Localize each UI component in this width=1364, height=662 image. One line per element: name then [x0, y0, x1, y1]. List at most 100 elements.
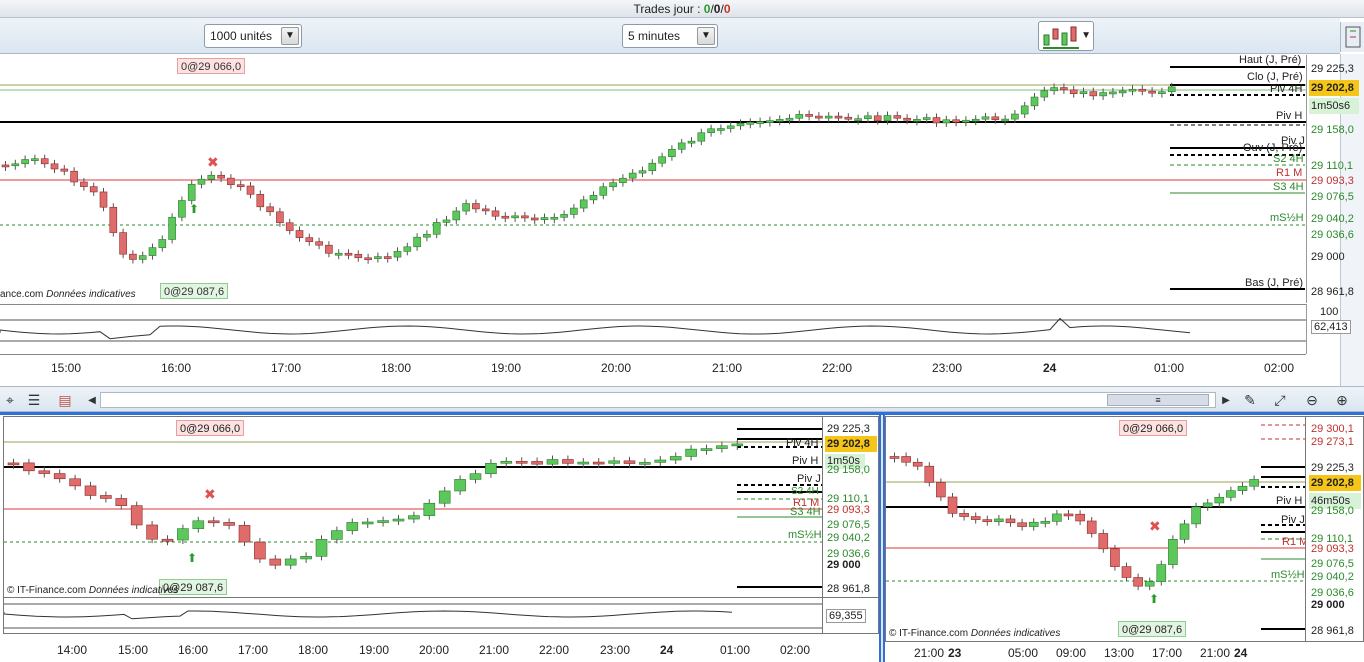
left-axis-2: 29 158,0 [827, 464, 870, 476]
indicators-icon[interactable]: ▤ [55, 390, 75, 410]
chevron-down-icon[interactable]: ▼ [1081, 30, 1091, 41]
right-axis-1: 29 300,1 [1311, 423, 1354, 435]
candle [284, 558, 297, 566]
candle [469, 473, 482, 480]
candle [577, 461, 590, 465]
candle [511, 215, 519, 219]
left-xtick: 17:00 [238, 643, 269, 657]
scrollbar-thumb[interactable]: ≡ [1107, 394, 1209, 406]
candle [23, 462, 35, 472]
candle [432, 222, 441, 235]
candle [864, 115, 872, 119]
candle [70, 170, 78, 183]
left-note: Données indicatives [88, 585, 179, 596]
chevron-down-icon[interactable]: ▼ [281, 27, 299, 45]
side-panel-button[interactable] [1340, 22, 1364, 52]
axis-price-r1: 29 093,3 [1311, 175, 1354, 187]
candle [599, 186, 608, 196]
right-xtick: 21:00 [1200, 646, 1231, 660]
scroll-right-icon[interactable]: ▶ [1216, 390, 1236, 410]
candle [515, 460, 528, 464]
split-separator[interactable] [0, 412, 1364, 415]
candle [1214, 496, 1225, 504]
period-select[interactable]: 5 minutes ▼ [622, 24, 718, 48]
candle [485, 462, 497, 475]
scroll-left-icon[interactable]: ◀ [82, 390, 102, 410]
candle [1075, 513, 1085, 522]
main-xtick: 15:00 [51, 361, 82, 375]
candle [775, 119, 784, 122]
candle [901, 456, 911, 463]
badge-top: 0@29 066,0 [177, 58, 246, 74]
candle [530, 217, 539, 221]
units-select[interactable]: 1000 unités ▼ [204, 24, 302, 48]
candle [687, 140, 696, 144]
left-level-ms: mS½H [788, 529, 822, 541]
level-label-r1: R1 M [1276, 167, 1303, 179]
data-note: Données indicatives [46, 289, 136, 300]
candle [970, 516, 981, 520]
left-price-chart[interactable]: ✖ ⬆ 0@29 066,0 0@29 087,6 © IT-Finance.co… [3, 416, 823, 598]
candle [364, 257, 372, 261]
axis-price-2: 29 036,6 [1311, 229, 1354, 241]
list-icon[interactable]: ☰ [24, 390, 44, 410]
candle [1237, 485, 1248, 491]
right-source-name: © IT-Finance.com [889, 628, 969, 639]
candle [844, 116, 853, 120]
left-level-s3: S3 4H [790, 506, 821, 518]
candle [1086, 520, 1097, 534]
candle [146, 524, 158, 540]
candle [119, 232, 127, 255]
left-xtick: 22:00 [539, 643, 570, 657]
candle [731, 443, 744, 447]
zoom-fit-icon[interactable]: ⤢ [1270, 390, 1290, 410]
main-oscillator[interactable] [0, 304, 1306, 354]
right-price-chart[interactable]: ✖ ⬆ 0@29 066,0 0@29 087,6 © IT-Finance.co… [885, 416, 1306, 642]
candle [344, 252, 353, 256]
candle [726, 125, 735, 129]
zoom-in-icon[interactable]: ⊕ [1332, 390, 1352, 410]
chevron-down-icon[interactable]: ▼ [697, 27, 715, 45]
main-price-chart[interactable]: ✖ ⬆ 0@29 066,0 0@29 087,6 ance.com Donnée… [0, 55, 1306, 303]
right-xtick: 17:00 [1152, 646, 1183, 660]
candle [1052, 513, 1062, 522]
candle [1040, 521, 1051, 524]
candle [982, 519, 993, 522]
candle [1030, 96, 1039, 107]
zoom-out-icon[interactable]: ⊖ [1302, 390, 1322, 410]
candle [100, 495, 112, 499]
candle [1179, 523, 1190, 540]
left-axis-9: 28 961,8 [827, 583, 870, 595]
main-chart-svg: ✖⬆ [0, 66, 1306, 290]
candle [374, 256, 382, 259]
left-oscillator[interactable] [3, 598, 823, 634]
candle [824, 115, 833, 119]
right-xtick: 05:00 [1008, 646, 1039, 660]
candle [403, 246, 412, 252]
right-note: Données indicatives [970, 628, 1061, 639]
candle [31, 158, 39, 161]
buy-arrow-icon: ⬆ [187, 551, 197, 565]
right-xtick: 13:00 [1104, 646, 1135, 660]
candle [994, 518, 1004, 522]
candle [795, 114, 804, 119]
candle [452, 210, 461, 221]
oscillator-line [4, 610, 733, 620]
candle [80, 181, 88, 187]
horizontal-scrollbar[interactable]: ≡ [100, 392, 1216, 408]
level-label-s3: S3 4H [1273, 181, 1304, 193]
candle [1121, 566, 1132, 578]
candle [300, 556, 312, 560]
candle [1158, 91, 1166, 94]
left-axis-6: 29 040,2 [827, 532, 870, 544]
left-xtick: 20:00 [419, 643, 450, 657]
chart-type-button[interactable]: ▼ [1038, 21, 1094, 51]
right-source: © IT-Finance.com Données indicatives [889, 628, 1060, 639]
candle [60, 168, 69, 172]
candle [991, 116, 1000, 121]
candle [736, 123, 745, 127]
candle [1168, 539, 1178, 565]
wand-icon[interactable]: ✎ [1240, 390, 1260, 410]
crosshair-icon[interactable]: ⌖ [0, 390, 20, 410]
candle [669, 456, 682, 461]
